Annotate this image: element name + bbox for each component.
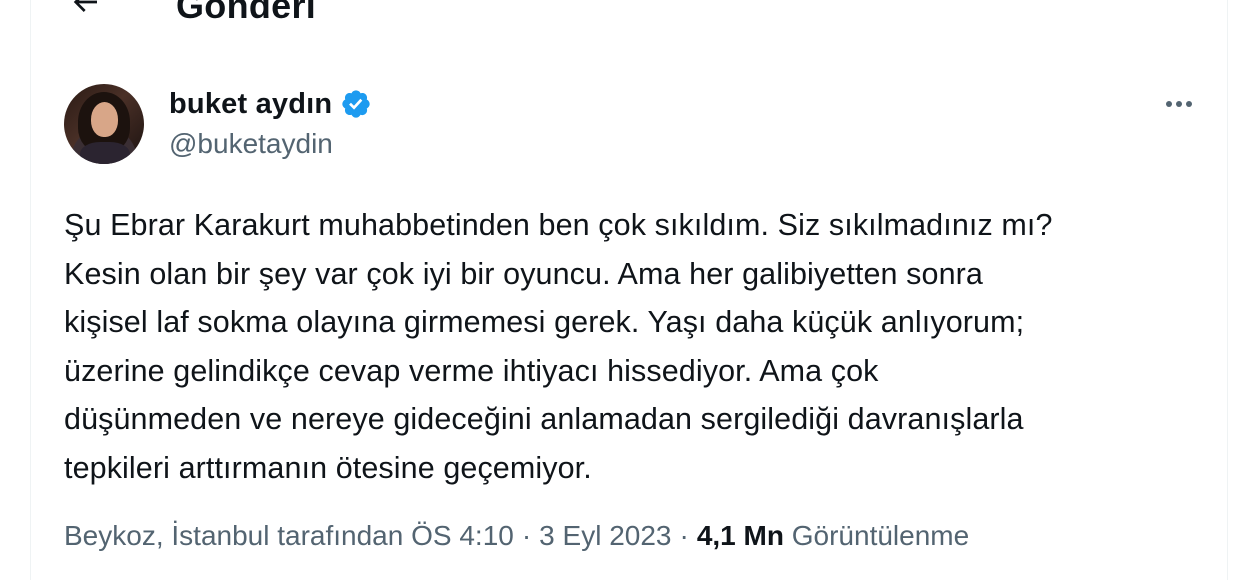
verified-badge-icon[interactable] xyxy=(340,88,372,120)
tweet-text-line: Şu Ebrar Karakurt muhabbetinden ben çok … xyxy=(64,208,1053,242)
more-options-button[interactable] xyxy=(1159,86,1199,122)
meta-separator: · xyxy=(521,520,532,551)
meta-separator: · xyxy=(679,520,689,551)
tweet-date: 3 Eyl 2023 xyxy=(539,520,672,551)
tweet-text-line: kişisel laf sokma olayına girmemesi gere… xyxy=(64,305,1025,339)
tweet-text-line: Kesin olan bir şey var çok iyi bir oyunc… xyxy=(64,256,983,291)
views-label: Görüntülenme xyxy=(791,520,970,551)
author-handle[interactable]: @buketaydin xyxy=(169,128,333,160)
back-button[interactable] xyxy=(65,0,105,22)
tweet-time-link[interactable]: ÖS 4:10 · 3 Eyl 2023 xyxy=(411,520,671,551)
views-link[interactable]: 4,1 Mn Görüntülenme xyxy=(697,520,969,551)
tweet-text-line: tepkileri arttırmanın ötesine geçemiyor. xyxy=(64,450,592,485)
author-name-row[interactable]: buket aydın xyxy=(169,86,372,122)
arrow-left-icon xyxy=(73,0,97,12)
tweet-location: Beykoz, İstanbul tarafından xyxy=(64,520,404,551)
main-column: Gönderi buket aydın @buketaydin Şu Ebrar… xyxy=(30,0,1228,580)
tweet-meta: Beykoz, İstanbul tarafından ÖS 4:10 · 3 Ey… xyxy=(64,520,969,552)
tweet-time: ÖS 4:10 xyxy=(411,520,514,551)
more-horizontal-icon xyxy=(1166,101,1172,107)
avatar[interactable] xyxy=(64,84,144,164)
page-title: Gönderi xyxy=(176,0,317,26)
tweet-text-line: üzerine gelindikçe cevap verme ihtiyacı … xyxy=(64,353,879,388)
tweet-text-line: düşünmeden ve nereye gideceğini anlamada… xyxy=(64,402,1024,436)
views-count: 4,1 Mn xyxy=(696,520,784,551)
tweet-text: Şu Ebrar Karakurt muhabbetinden ben çok … xyxy=(64,201,1194,492)
author-display-name[interactable]: buket aydın xyxy=(169,88,332,121)
header-bar: Gönderi xyxy=(31,0,1227,30)
